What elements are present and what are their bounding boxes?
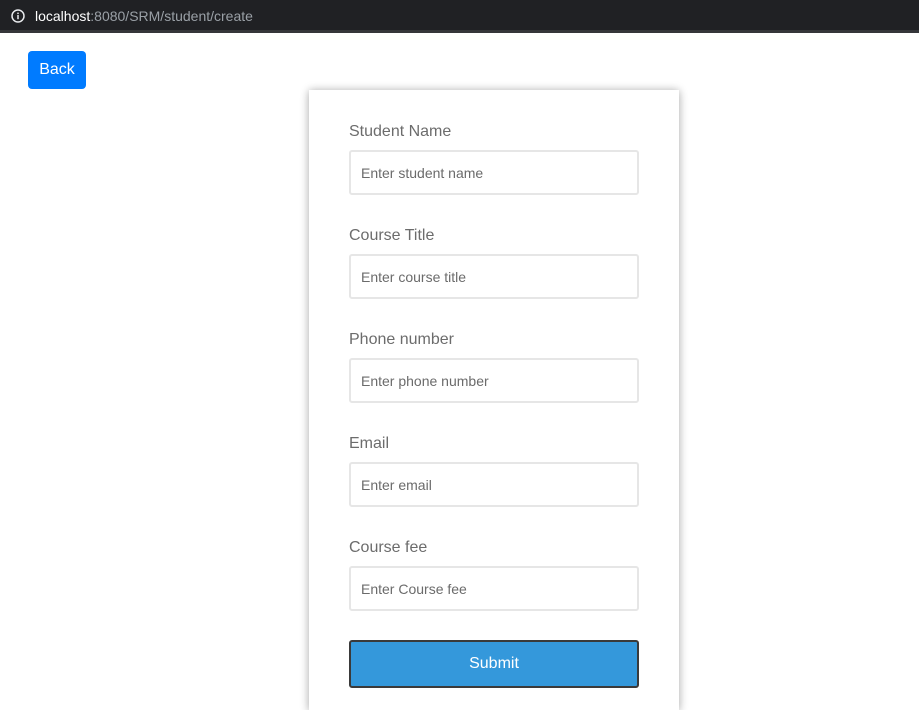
email-group: Email: [349, 434, 639, 507]
back-button[interactable]: Back: [28, 51, 86, 89]
course-fee-label: Course fee: [349, 539, 428, 556]
phone-number-label: Phone number: [349, 331, 454, 348]
info-circle-icon[interactable]: [11, 9, 25, 23]
phone-number-input[interactable]: [349, 358, 639, 403]
course-title-input[interactable]: [349, 254, 639, 299]
url-text[interactable]: localhost:8080/SRM/student/create: [35, 8, 253, 24]
email-input[interactable]: [349, 462, 639, 507]
url-host: localhost: [35, 8, 91, 24]
course-title-label: Course Title: [349, 227, 435, 244]
course-fee-group: Course fee: [349, 538, 639, 611]
student-name-group: Student Name: [349, 122, 639, 195]
phone-number-group: Phone number: [349, 330, 639, 403]
browser-address-bar: localhost:8080/SRM/student/create: [0, 0, 919, 33]
email-label: Email: [349, 435, 390, 452]
student-name-input[interactable]: [349, 150, 639, 195]
course-title-group: Course Title: [349, 226, 639, 299]
student-create-form: Student Name Course Title Phone number E…: [309, 90, 679, 710]
url-path: :8080/SRM/student/create: [90, 8, 253, 24]
submit-button[interactable]: Submit: [349, 640, 639, 688]
student-name-label: Student Name: [349, 123, 452, 140]
course-fee-input[interactable]: [349, 566, 639, 611]
